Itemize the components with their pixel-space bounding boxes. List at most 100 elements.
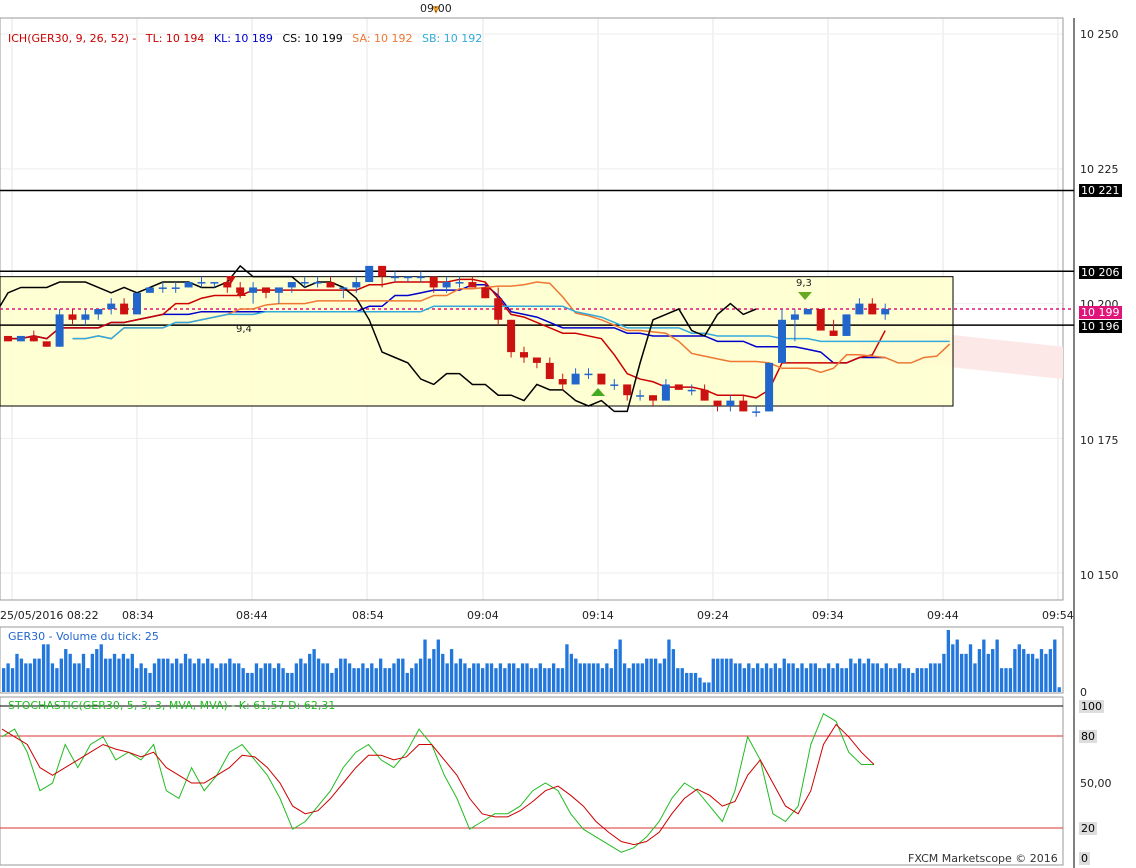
volume-bar [911, 672, 915, 692]
volume-bar [809, 663, 813, 692]
candle-body [352, 282, 361, 288]
volume-bar [1022, 649, 1026, 692]
volume-bar [1017, 644, 1021, 692]
volume-bar [587, 663, 591, 692]
volume-bar [259, 668, 263, 692]
volume-bar [77, 663, 81, 692]
volume-bar [485, 663, 489, 692]
volume-bar [250, 672, 254, 692]
volume-bar [139, 663, 143, 692]
volume-bar [387, 668, 392, 692]
cs-value: CS: 10 199 [282, 32, 343, 45]
volume-bar [316, 658, 321, 692]
volume-bar [583, 663, 587, 692]
candle-body [94, 309, 103, 315]
volume-bar [831, 668, 835, 692]
volume-bar [24, 663, 28, 692]
candle-body [81, 314, 90, 320]
volume-bar [627, 668, 631, 692]
volume-bar [157, 658, 161, 692]
volume-bar [720, 658, 724, 692]
volume-bar [72, 663, 77, 692]
candle-body [739, 400, 748, 412]
volume-bar [773, 663, 778, 692]
volume-bar [480, 668, 485, 692]
volume-bar [906, 668, 911, 692]
volume-bar [467, 668, 472, 692]
candle-body [881, 309, 890, 315]
volume-bar [729, 658, 733, 692]
candle-body [16, 335, 25, 342]
y-tick-10150: 10 150 [1080, 569, 1119, 582]
volume-bar [676, 668, 680, 692]
x-tick-0904: 09:04 [467, 609, 499, 622]
volume-bar [1053, 639, 1057, 692]
chart-canvas [0, 6, 1075, 868]
volume-bar [59, 658, 63, 692]
stoch-k-line [1, 712, 874, 853]
volume-bar [915, 668, 919, 692]
volume-bar [410, 668, 414, 692]
volume-bar [844, 668, 849, 692]
stoch-d-line [1, 723, 875, 846]
sa-value: SA: 10 192 [352, 32, 413, 45]
volume-bar [356, 668, 361, 692]
volume-bar [427, 658, 432, 692]
candle-body [532, 357, 541, 363]
volume-bar [1057, 687, 1061, 692]
candle-body [287, 282, 296, 288]
candle-body [326, 282, 335, 288]
volume-bar [707, 682, 711, 692]
volume-bar [432, 649, 436, 692]
candle-body [752, 411, 761, 413]
y-tick-10175: 10 175 [1080, 434, 1119, 447]
volume-bar [365, 668, 370, 692]
volume-bar [303, 663, 307, 692]
volume-bar [321, 663, 325, 692]
volume-bar [880, 668, 884, 692]
volume-bar [968, 644, 973, 692]
volume-bar [787, 663, 791, 692]
volume-bar [622, 663, 627, 692]
candle-body [636, 395, 645, 397]
candle-body [494, 298, 503, 320]
candle-body [571, 373, 580, 385]
candle-body [378, 265, 387, 277]
volume-bar [436, 639, 440, 692]
volume-bar [312, 649, 316, 692]
volume-bar [560, 668, 565, 692]
volume-bar [800, 663, 804, 692]
top-time-label: 09:00 [420, 2, 452, 15]
volume-bar [290, 672, 294, 692]
volume-bar [937, 663, 942, 692]
volume-bar [81, 653, 86, 692]
range-box [0, 276, 954, 407]
stoch-tick-0: 0 [1079, 852, 1090, 865]
volume-bar [347, 663, 352, 692]
volume-bar [472, 663, 476, 692]
volume-bar [378, 658, 383, 692]
volume-bar [458, 658, 463, 692]
x-tick-0914: 09:14 [582, 609, 614, 622]
volume-bar [662, 658, 667, 692]
candle-body [726, 400, 735, 406]
volume-bar [383, 668, 387, 692]
volume-bar [875, 663, 880, 692]
volume-bar [516, 668, 520, 692]
candle-body [339, 287, 348, 289]
volume-bar [454, 663, 458, 692]
volume-bar [64, 649, 68, 692]
volume-bar [591, 663, 596, 692]
volume-bar [733, 663, 738, 692]
volume-bar [441, 653, 445, 692]
volume-bar [197, 658, 201, 692]
volume-bar [742, 668, 746, 692]
volume-bar [37, 658, 41, 692]
volume-bar [658, 663, 662, 692]
volume-bar [223, 663, 228, 692]
volume-bar [241, 668, 245, 692]
volume-bar [702, 682, 707, 692]
stoch-tick-100: 100 [1079, 700, 1104, 713]
candle-body [507, 319, 516, 353]
candle-body [803, 309, 812, 315]
